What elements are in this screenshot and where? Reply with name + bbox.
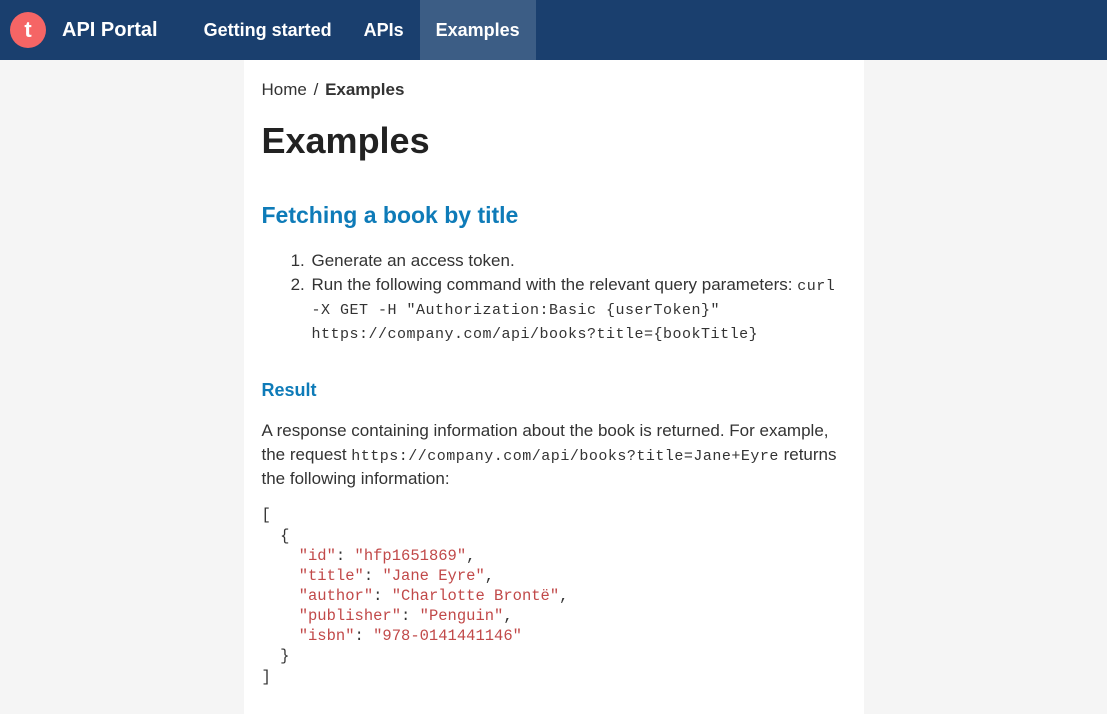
json-val-isbn: "978-0141441146" xyxy=(373,627,522,645)
breadcrumb-separator: / xyxy=(314,80,319,99)
result-desc-code: https://company.com/api/books?title=Jane… xyxy=(351,448,779,465)
json-val-author: "Charlotte Brontë" xyxy=(392,587,559,605)
json-key-id: "id" xyxy=(262,547,336,565)
json-comma1: , xyxy=(466,547,475,565)
header-nav: t API Portal Getting started APIs Exampl… xyxy=(0,0,1107,60)
result-heading: Result xyxy=(262,380,846,401)
json-key-publisher: "publisher" xyxy=(262,607,402,625)
logo-letter: t xyxy=(24,17,31,43)
json-key-author: "author" xyxy=(262,587,374,605)
page-title: Examples xyxy=(262,120,846,162)
json-key-isbn: "isbn" xyxy=(262,627,355,645)
json-colon1: : xyxy=(336,547,355,565)
json-key-title: "title" xyxy=(262,567,364,585)
json-colon5: : xyxy=(355,627,374,645)
json-close-bracket: ] xyxy=(262,668,271,686)
json-open-bracket: [ xyxy=(262,506,271,524)
step-1-text: Generate an access token. xyxy=(312,251,515,270)
breadcrumb: Home / Examples xyxy=(262,80,846,100)
nav-examples[interactable]: Examples xyxy=(420,0,536,60)
json-comma3: , xyxy=(559,587,568,605)
nav-apis[interactable]: APIs xyxy=(348,0,420,60)
breadcrumb-home[interactable]: Home xyxy=(262,80,307,99)
json-colon4: : xyxy=(401,607,420,625)
json-close-brace: } xyxy=(262,647,290,665)
steps-list: Generate an access token. Run the follow… xyxy=(262,249,846,345)
nav-getting-started[interactable]: Getting started xyxy=(188,0,348,60)
step-2: Run the following command with the relev… xyxy=(310,273,846,345)
json-colon3: : xyxy=(373,587,392,605)
result-description: A response containing information about … xyxy=(262,419,846,491)
json-open-brace: { xyxy=(262,527,290,545)
json-val-title: "Jane Eyre" xyxy=(382,567,484,585)
content-area: Home / Examples Examples Fetching a book… xyxy=(244,60,864,714)
json-val-id: "hfp1651869" xyxy=(355,547,467,565)
json-val-publisher: "Penguin" xyxy=(420,607,504,625)
json-response-block: [ { "id": "hfp1651869", "title": "Jane E… xyxy=(262,505,846,686)
json-comma2: , xyxy=(485,567,494,585)
step-1: Generate an access token. xyxy=(310,249,846,273)
section-heading-fetch: Fetching a book by title xyxy=(262,202,846,229)
json-colon2: : xyxy=(364,567,383,585)
json-comma4: , xyxy=(503,607,512,625)
step-2-text: Run the following command with the relev… xyxy=(312,275,798,294)
logo-icon[interactable]: t xyxy=(10,12,46,48)
breadcrumb-current: Examples xyxy=(325,80,404,99)
brand-title[interactable]: API Portal xyxy=(62,19,158,42)
